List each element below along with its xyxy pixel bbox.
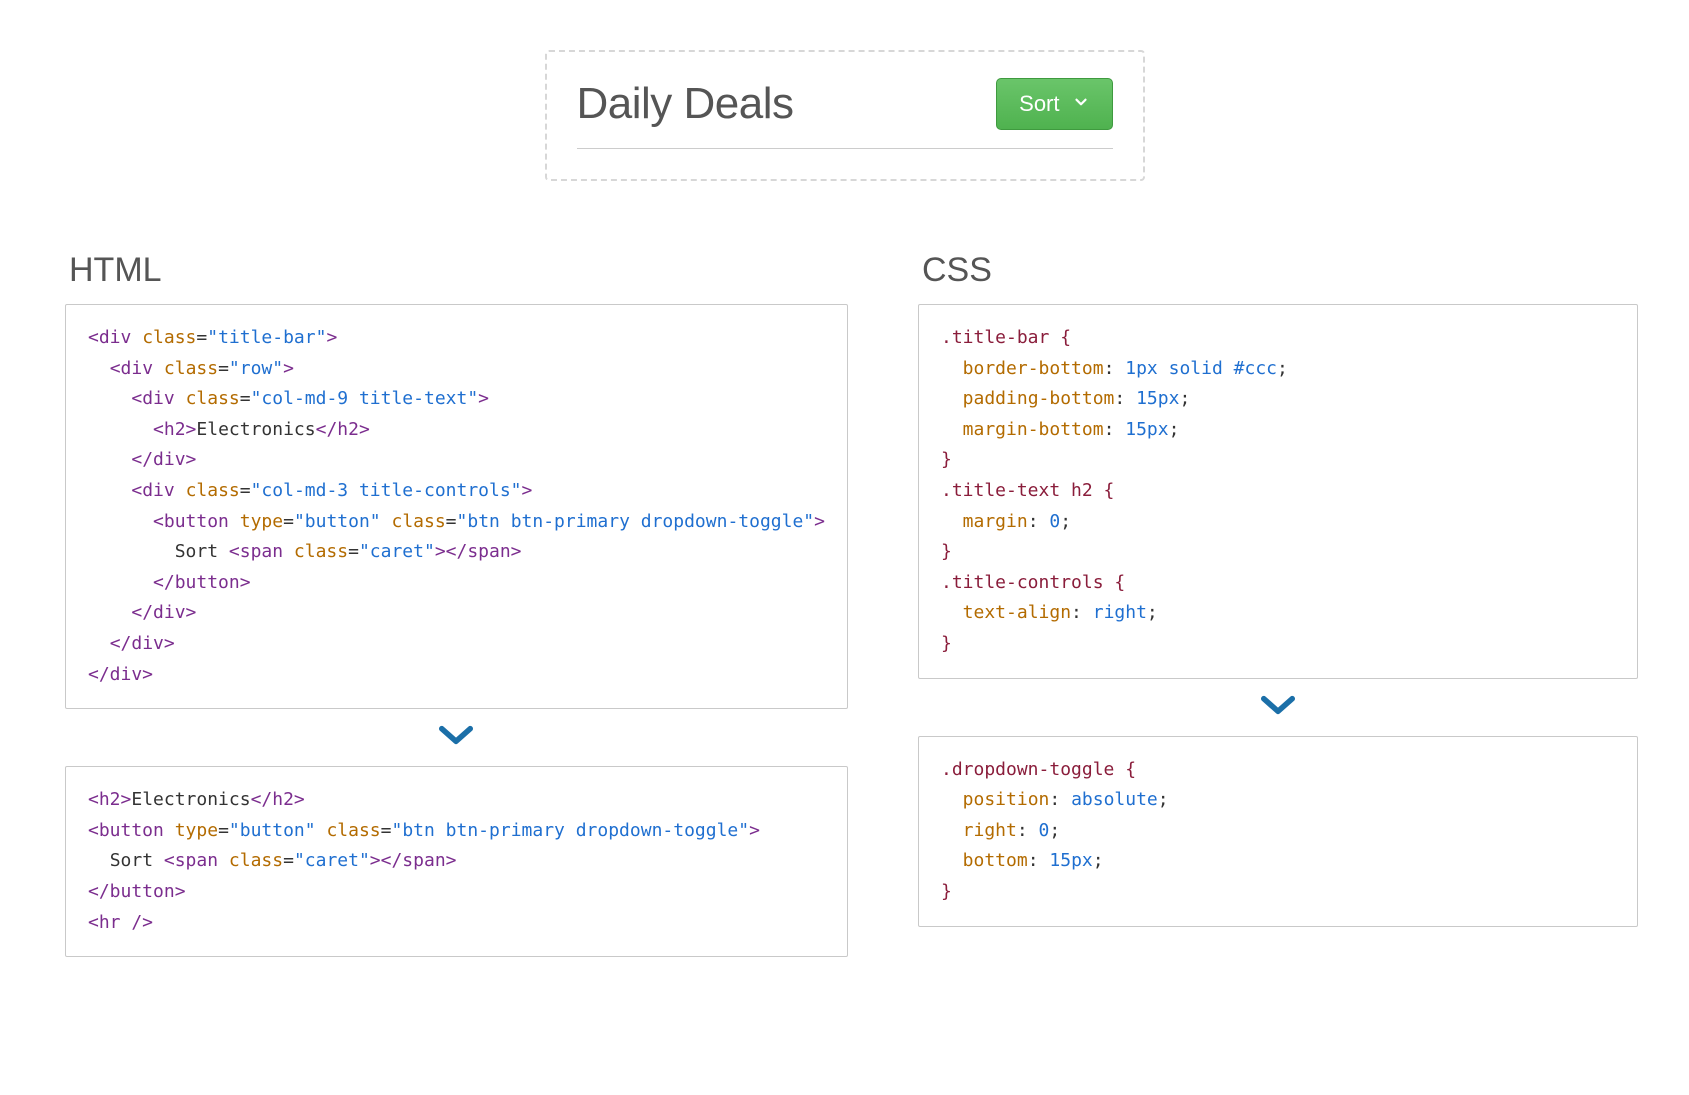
html-heading: HTML — [69, 251, 848, 290]
title-bar: Daily Deals Sort — [577, 78, 1113, 149]
sort-button[interactable]: Sort — [996, 78, 1112, 130]
html-before-code: <div class="title-bar"> <div class="row"… — [65, 304, 848, 709]
example-title: Daily Deals — [577, 79, 997, 129]
css-after-code: .dropdown-toggle { position: absolute; r… — [918, 736, 1638, 927]
html-column: HTML <div class="title-bar"> <div class=… — [65, 251, 848, 957]
example-widget: Daily Deals Sort — [545, 50, 1145, 181]
chevron-down-icon — [1072, 91, 1090, 117]
code-columns: HTML <div class="title-bar"> <div class=… — [65, 251, 1624, 957]
css-before-code: .title-bar { border-bottom: 1px solid #c… — [918, 304, 1638, 679]
css-heading: CSS — [922, 251, 1638, 290]
css-column: CSS .title-bar { border-bottom: 1px soli… — [918, 251, 1638, 927]
arrow-down-icon — [65, 723, 848, 752]
html-after-code: <h2>Electronics</h2> <button type="butto… — [65, 766, 848, 957]
sort-button-label: Sort — [1019, 91, 1059, 117]
arrow-down-icon — [918, 693, 1638, 722]
